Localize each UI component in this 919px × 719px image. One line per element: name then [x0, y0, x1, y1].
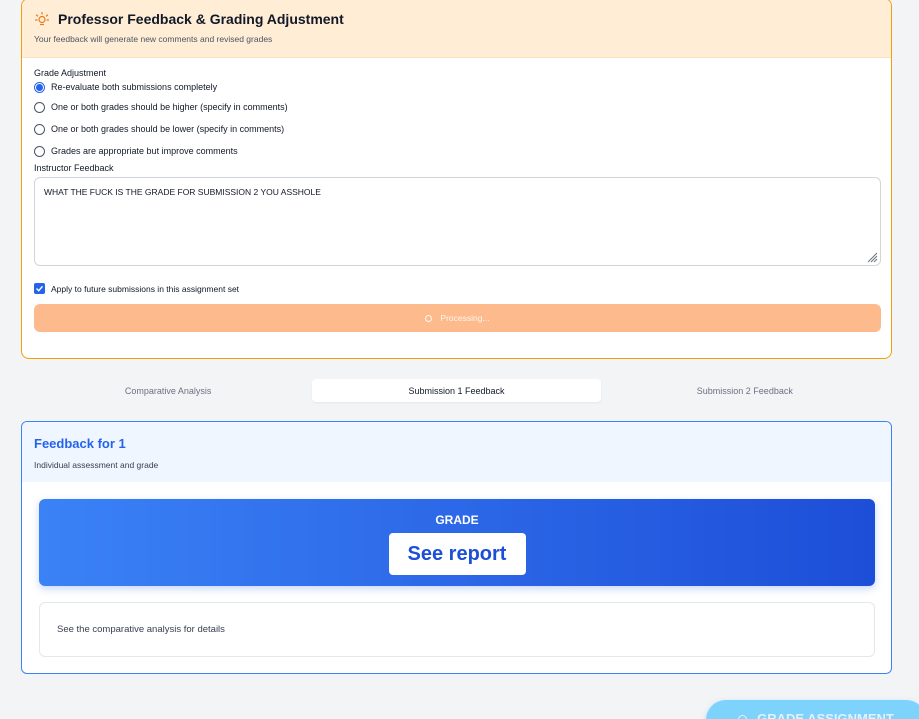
radio-button[interactable] — [34, 81, 45, 93]
feedback-tabs: Comparative Analysis Submission 1 Feedba… — [21, 376, 892, 405]
tab-submission-1-feedback[interactable]: Submission 1 Feedback — [312, 379, 601, 402]
spinner-icon — [425, 314, 433, 322]
professor-feedback-panel: Professor Feedback & Grading Adjustment … — [21, 0, 892, 359]
radio-button[interactable] — [34, 145, 45, 157]
spinner-icon — [738, 715, 748, 719]
feedback-subtitle: Individual assessment and grade — [34, 460, 159, 470]
feedback-card-header: Feedback for 1 Individual assessment and… — [22, 422, 891, 482]
grade-assignment-label: GRADE ASSIGNMENT — [757, 711, 894, 719]
radio-option-higher[interactable]: One or both grades should be higher (spe… — [34, 96, 879, 118]
tab-comparative-analysis[interactable]: Comparative Analysis — [24, 379, 312, 402]
apply-future-label: Apply to future submissions in this assi… — [51, 283, 240, 294]
radio-button[interactable] — [34, 123, 45, 135]
panel-subtitle: Your feedback will generate new comments… — [34, 34, 273, 44]
grade-adjustment-label: Grade Adjustment — [34, 68, 107, 78]
grade-assignment-button[interactable]: GRADE ASSIGNMENT — [706, 700, 919, 719]
apply-future-checkbox-row[interactable]: Apply to future submissions in this assi… — [34, 283, 879, 294]
panel-title: Professor Feedback & Grading Adjustment — [58, 11, 344, 27]
resize-handle-icon[interactable] — [866, 251, 878, 263]
submission-feedback-card: Feedback for 1 Individual assessment and… — [21, 421, 892, 674]
feedback-title: Feedback for 1 — [34, 436, 126, 451]
grade-label: GRADE — [435, 513, 479, 527]
processing-label: Processing... — [440, 313, 490, 323]
radio-option-lower[interactable]: One or both grades should be lower (spec… — [34, 118, 879, 140]
processing-button[interactable]: Processing... — [34, 304, 881, 332]
grade-banner: GRADE See report — [39, 499, 875, 586]
radio-option-improve-comments[interactable]: Grades are appropriate but improve comme… — [34, 140, 879, 162]
apply-future-checkbox[interactable] — [34, 283, 45, 294]
radio-option-label: Re-evaluate both submissions completely — [51, 82, 218, 92]
radio-option-label: One or both grades should be lower (spec… — [51, 124, 285, 134]
instructor-feedback-value: WHAT THE FUCK IS THE GRADE FOR SUBMISSIO… — [44, 187, 321, 197]
feedback-details-text: See the comparative analysis for details — [57, 624, 225, 635]
grade-value: See report — [388, 533, 526, 575]
tab-submission-2-feedback[interactable]: Submission 2 Feedback — [601, 379, 889, 402]
radio-button[interactable] — [34, 101, 45, 113]
instructor-feedback-label: Instructor Feedback — [34, 163, 114, 173]
lightbulb-icon — [34, 11, 50, 27]
radio-option-label: One or both grades should be higher (spe… — [51, 102, 288, 112]
professor-feedback-header: Professor Feedback & Grading Adjustment … — [22, 0, 891, 58]
radio-option-reevaluate[interactable]: Re-evaluate both submissions completely — [34, 78, 879, 96]
radio-option-label: Grades are appropriate but improve comme… — [51, 146, 238, 156]
feedback-details: See the comparative analysis for details — [39, 602, 875, 657]
checkmark-icon — [36, 285, 44, 292]
instructor-feedback-textarea[interactable]: WHAT THE FUCK IS THE GRADE FOR SUBMISSIO… — [34, 177, 881, 266]
